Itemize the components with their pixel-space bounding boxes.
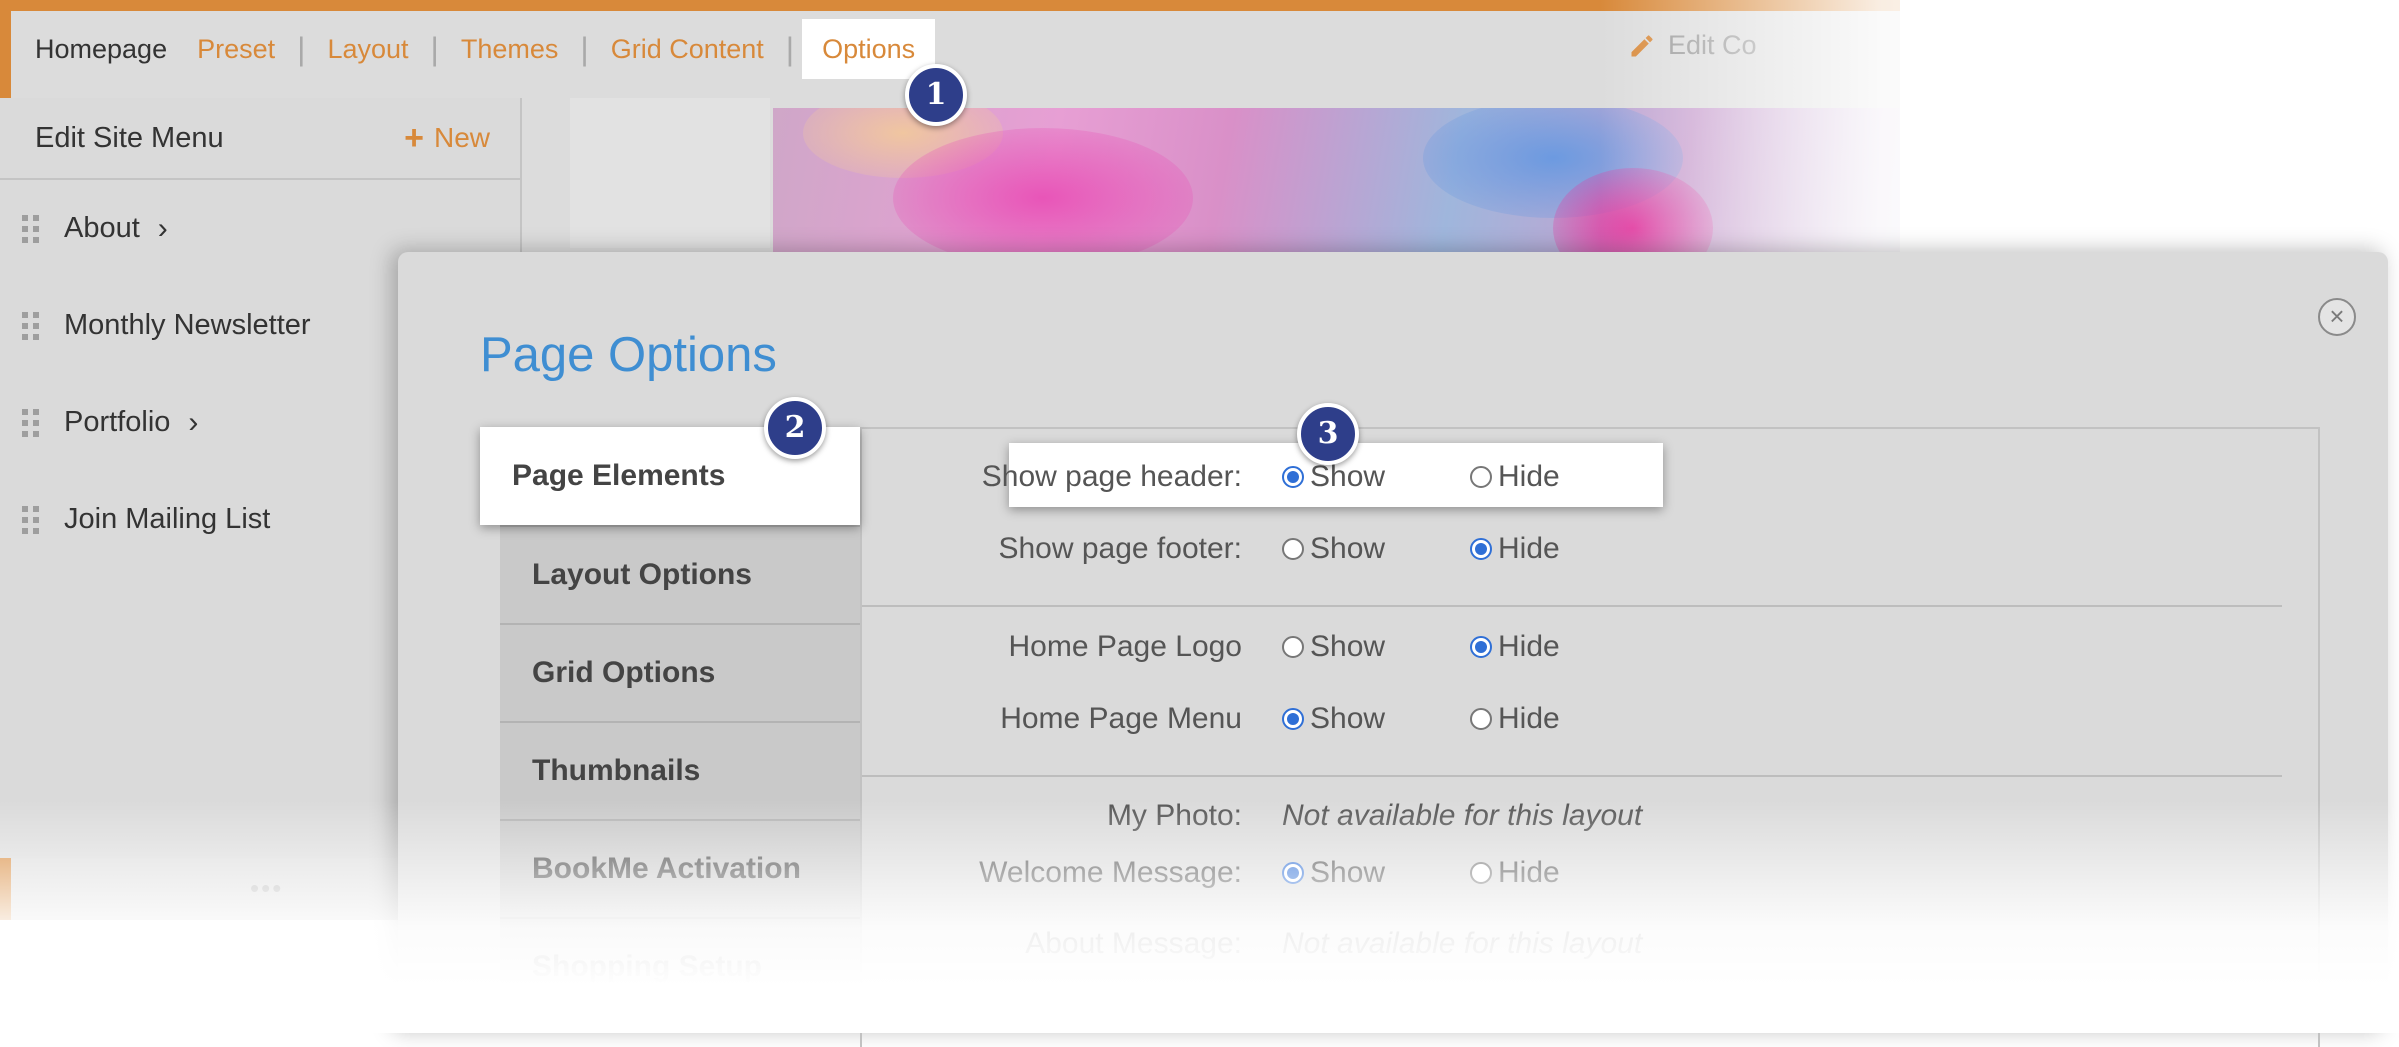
option-label: Home Page Logo [1008, 630, 1243, 663]
plus-icon: + [404, 119, 424, 157]
sidebar-title: Edit Site Menu [35, 121, 224, 154]
callout-badge-1: 1 [905, 64, 967, 126]
pencil-icon [1631, 34, 1653, 56]
callout-badge-3: 3 [1297, 403, 1359, 465]
option-label: My Photo: [1106, 799, 1242, 832]
radio-selected-icon[interactable] [1470, 636, 1492, 658]
option-label: Show page footer: [998, 532, 1242, 565]
chevron-right-icon[interactable]: › [158, 212, 168, 246]
radio-empty-icon[interactable] [1282, 636, 1304, 658]
radio-show[interactable]: Show [1282, 460, 1470, 494]
radio-label: Hide [1498, 702, 1560, 735]
nav-grid-content[interactable]: Grid Content [611, 34, 764, 65]
option-label: Show page header: [981, 460, 1242, 493]
option-row-page-header: Show page header: Show Hide [862, 447, 1658, 507]
option-label: About Message: [1025, 927, 1242, 960]
content-area [570, 98, 770, 248]
divider [862, 605, 2282, 607]
option-label: Home Page Menu [1000, 702, 1242, 735]
radio-show[interactable]: Show [1282, 532, 1470, 566]
radio-hide[interactable]: Hide [1470, 856, 1658, 890]
not-available-note: Not available for this layout [1282, 799, 1643, 832]
callout-badge-2: 2 [764, 397, 826, 459]
tab-shopping-setup[interactable]: Shopping Setup [500, 917, 860, 1015]
tab-bookme-activation[interactable]: BookMe Activation [500, 819, 860, 917]
option-row-welcome-message: Welcome Message: Show Hide [862, 843, 1658, 903]
radio-selected-icon[interactable] [1282, 862, 1304, 884]
option-row-home-page-menu: Home Page Menu Show Hide [862, 689, 1658, 749]
radio-label: Show [1310, 702, 1386, 735]
option-row-page-footer: Show page footer: Show Hide [862, 519, 1658, 579]
radio-hide[interactable]: Hide [1470, 702, 1658, 736]
option-row-my-photo: My Photo: Not available for this layout [862, 789, 1642, 843]
radio-label: Show [1310, 630, 1386, 663]
sidebar-item-label: About [64, 212, 140, 244]
sidebar-resize-handle[interactable]: ••• [250, 873, 283, 904]
radio-label: Hide [1498, 532, 1560, 565]
nav-themes[interactable]: Themes [461, 34, 559, 65]
radio-label: Hide [1498, 856, 1560, 889]
nav-layout[interactable]: Layout [327, 34, 408, 65]
option-row-about-message: About Message: Not available for this la… [862, 917, 1642, 971]
nav-separator: | [785, 30, 795, 67]
radio-empty-icon[interactable] [1470, 862, 1492, 884]
radio-hide[interactable]: Hide [1470, 630, 1658, 664]
tab-grid-options[interactable]: Grid Options [500, 623, 860, 721]
sidebar-item-label: Portfolio [64, 406, 171, 438]
sidebar-header: Edit Site Menu + New [0, 98, 520, 180]
edit-content-button[interactable]: Edit Co [1628, 30, 1757, 61]
radio-label: Show [1310, 532, 1386, 565]
option-row-home-page-logo: Home Page Logo Show Hide [862, 617, 1658, 677]
not-available-note: Not available for this layout [1282, 983, 1643, 1016]
dialog-title: Page Options [480, 328, 777, 382]
option-label: Welcome Message: [979, 856, 1242, 889]
edit-content-label: Edit Co [1668, 30, 1757, 60]
drag-handle-icon[interactable] [22, 214, 40, 243]
option-row-contact-info: Contact Info: Not available for this lay… [862, 973, 1642, 1027]
radio-selected-icon[interactable] [1282, 466, 1304, 488]
radio-hide[interactable]: Hide [1470, 460, 1658, 494]
options-tabs: Page Elements Layout Options Grid Option… [480, 427, 860, 1015]
nav-separator: | [297, 30, 306, 67]
radio-show[interactable]: Show [1282, 702, 1470, 736]
tab-thumbnails[interactable]: Thumbnails [500, 721, 860, 819]
radio-show[interactable]: Show [1282, 856, 1470, 890]
radio-show[interactable]: Show [1282, 630, 1470, 664]
nav-preset[interactable]: Preset [197, 34, 275, 65]
radio-empty-icon[interactable] [1470, 708, 1492, 730]
sidebar-item-label: Monthly Newsletter [64, 309, 311, 341]
nav-separator: | [580, 30, 589, 67]
hero-image [773, 108, 1900, 263]
option-label: Contact Info: [1071, 983, 1242, 1016]
nav-options[interactable]: Options [802, 19, 936, 79]
radio-hide[interactable]: Hide [1470, 532, 1658, 566]
new-label: New [433, 122, 490, 153]
page-options-dialog: × Page Options Page Elements Layout Opti… [398, 252, 2388, 1047]
radio-selected-icon[interactable] [1470, 538, 1492, 560]
radio-label: Hide [1498, 630, 1560, 663]
not-available-note: Not available for this layout [1282, 927, 1643, 960]
radio-label: Show [1310, 856, 1386, 889]
chevron-right-icon[interactable]: › [188, 406, 198, 440]
nav-homepage[interactable]: Homepage [35, 34, 167, 65]
new-menu-item-button[interactable]: + New [404, 121, 490, 155]
radio-empty-icon[interactable] [1282, 538, 1304, 560]
page-elements-panel: Show page header: Show Hide Show page fo… [860, 427, 2320, 1047]
drag-handle-icon[interactable] [22, 311, 40, 340]
radio-selected-icon[interactable] [1282, 708, 1304, 730]
close-icon[interactable]: × [2318, 298, 2356, 336]
sidebar-item-label: Join Mailing List [64, 503, 271, 535]
nav-separator: | [430, 30, 439, 67]
drag-handle-icon[interactable] [22, 408, 40, 437]
divider [862, 775, 2282, 777]
radio-label: Hide [1498, 460, 1560, 493]
drag-handle-icon[interactable] [22, 505, 40, 534]
tab-layout-options[interactable]: Layout Options [500, 525, 860, 623]
radio-label: Show [1310, 460, 1386, 493]
radio-empty-icon[interactable] [1470, 466, 1492, 488]
